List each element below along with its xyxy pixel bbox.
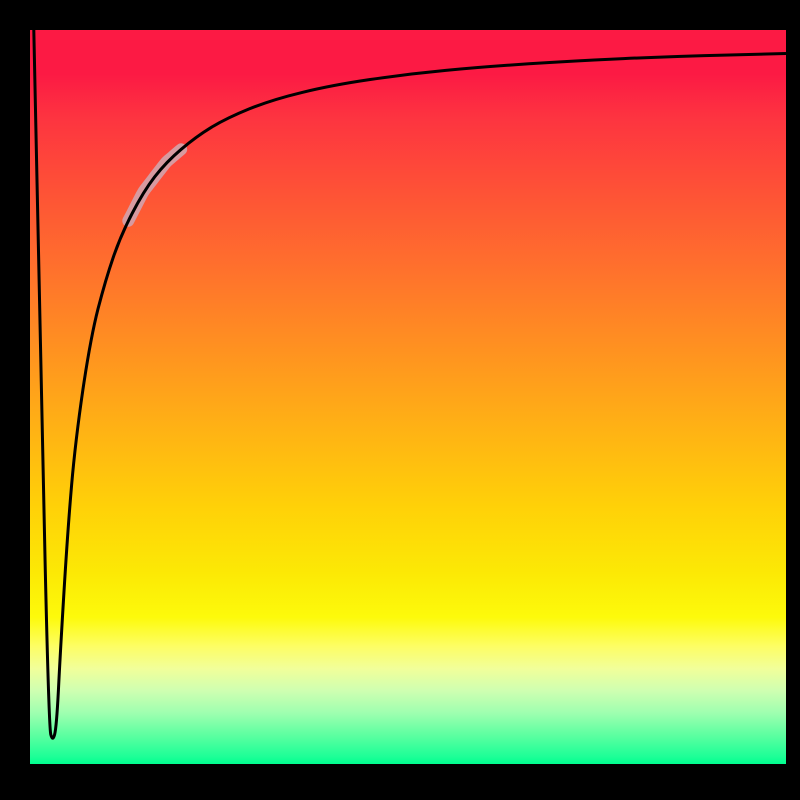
highlight-segment [128,149,181,221]
plot-area [30,30,786,764]
curve-svg [30,30,786,764]
bottleneck-curve [34,30,786,738]
